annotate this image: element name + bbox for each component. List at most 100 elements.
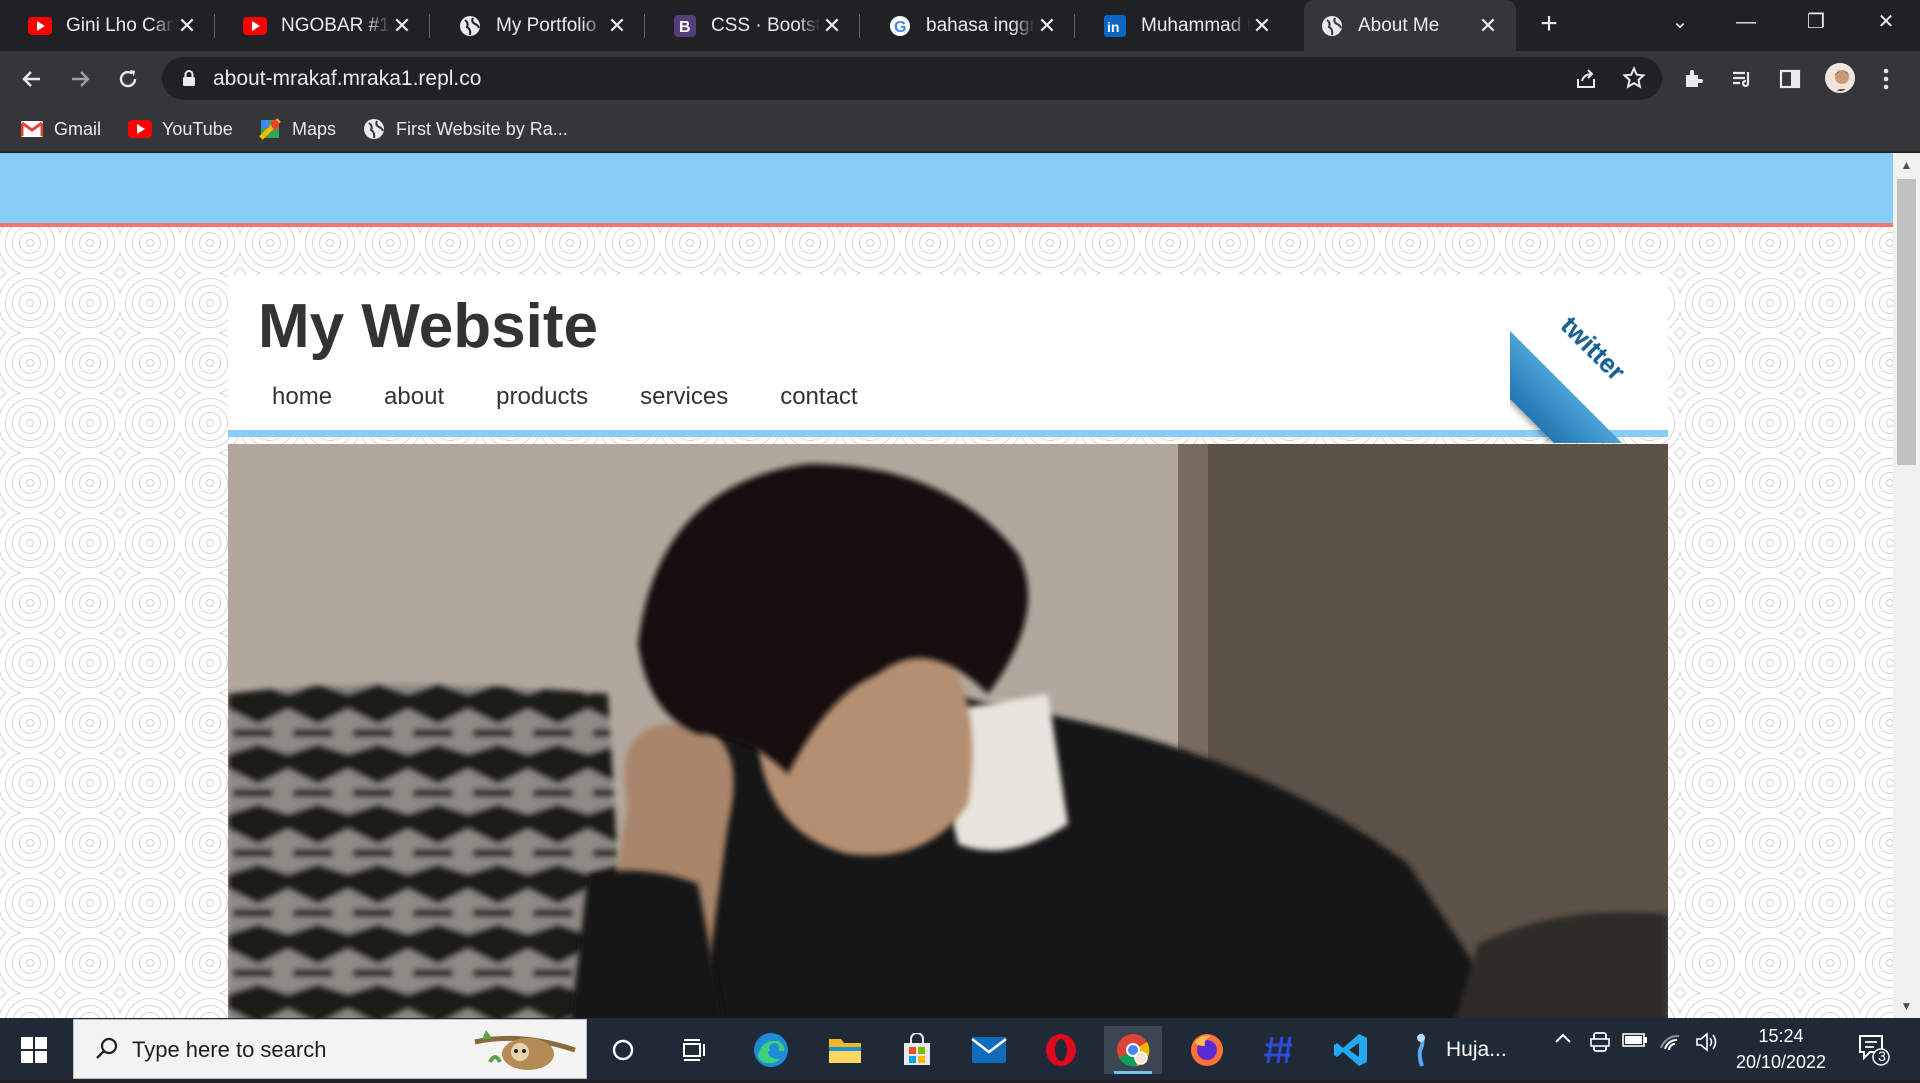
nav-link-about[interactable]: about [384, 383, 444, 411]
show-hidden-icons-chevron-icon[interactable] [1550, 1032, 1576, 1044]
reload-icon [119, 70, 137, 88]
svg-text:B: B [679, 19, 691, 36]
search-placeholder[interactable]: Type here to search [132, 1037, 326, 1063]
globe-icon [362, 117, 386, 141]
extensions-puzzle-icon[interactable] [1680, 65, 1708, 93]
nav-link-contact[interactable]: contact [780, 383, 857, 411]
bookmark-star-icon[interactable] [1622, 66, 1646, 95]
file-explorer-icon[interactable] [816, 1026, 874, 1074]
taskbar-search-box[interactable]: Type here to search [73, 1019, 587, 1079]
profile-photo [228, 444, 1668, 1018]
tab-0[interactable]: Gini Lho Cara B ✕ [0, 0, 215, 51]
close-tab-icon[interactable]: ✕ [1476, 13, 1500, 38]
firefox-icon[interactable] [1178, 1026, 1236, 1074]
close-tab-icon[interactable]: ✕ [1035, 13, 1059, 38]
microsoft-store-icon[interactable] [888, 1026, 946, 1074]
tab-title: bahasa inggris [926, 14, 1035, 36]
side-panel-icon[interactable] [1776, 65, 1804, 93]
tab-4[interactable]: G bahasa inggris ✕ [860, 0, 1075, 51]
search-highlight-sloth-icon[interactable] [470, 1022, 580, 1078]
back-button[interactable] [16, 63, 48, 95]
google-icon: G [888, 14, 912, 38]
forward-arrow-icon [72, 71, 90, 87]
lock-icon[interactable] [182, 69, 196, 92]
bootstrap-icon: B [673, 14, 697, 38]
running-app-label: Huja... [1446, 1038, 1507, 1061]
url-text[interactable]: about-mrakaf.mraka1.repl.co [213, 67, 481, 91]
chrome-menu-icon[interactable] [1872, 65, 1900, 93]
scroll-up-arrow-icon[interactable]: ▲ [1893, 155, 1920, 175]
minimize-button[interactable]: — [1718, 0, 1774, 44]
wifi-icon[interactable] [1656, 1032, 1686, 1052]
vscode-icon[interactable] [1322, 1026, 1380, 1074]
mail-icon[interactable] [960, 1026, 1018, 1074]
battery-icon[interactable] [1620, 1032, 1650, 1048]
profile-avatar[interactable] [1825, 63, 1855, 93]
tab-2[interactable]: My Portfolio ✕ [430, 0, 645, 51]
close-tab-icon[interactable]: ✕ [390, 13, 414, 38]
close-tab-icon[interactable]: ✕ [175, 13, 199, 38]
cortana-icon[interactable] [594, 1026, 652, 1074]
scroll-down-arrow-icon[interactable]: ▼ [1893, 996, 1920, 1016]
top-band [0, 153, 1893, 227]
site-title: My Website [258, 292, 598, 361]
opera-icon[interactable] [1032, 1026, 1090, 1074]
media-queue-icon[interactable] [1728, 65, 1756, 93]
page-viewport: My Website home about products services … [0, 153, 1893, 1018]
running-app-button[interactable]: Huja... [1410, 1026, 1520, 1074]
photo-illustration [228, 444, 1668, 1018]
volume-icon[interactable] [1692, 1032, 1722, 1052]
site-container: My Website home about products services … [228, 275, 1684, 1018]
tab-6-active[interactable]: About Me ✕ [1304, 0, 1516, 51]
close-tab-icon[interactable]: ✕ [820, 13, 844, 38]
svg-text:G: G [894, 19, 906, 36]
twitter-ribbon[interactable]: twitter [1510, 263, 1690, 443]
bookmark-first-website[interactable]: First Website by Ra... [362, 116, 568, 142]
close-tab-icon[interactable]: ✕ [605, 13, 629, 38]
taskbar-clock[interactable]: 15:24 20/10/2022 [1726, 1023, 1836, 1075]
notification-center-icon[interactable]: 3 [1856, 1032, 1890, 1066]
bookmark-youtube[interactable]: YouTube [128, 116, 233, 142]
address-bar[interactable]: about-mrakaf.mraka1.repl.co [162, 57, 1662, 100]
start-button[interactable] [14, 1032, 54, 1068]
scroll-thumb[interactable] [1897, 179, 1916, 465]
close-tab-icon[interactable]: ✕ [1250, 13, 1274, 38]
meet-now-icon[interactable] [1586, 1032, 1614, 1054]
site-nav: home about products services contact [272, 383, 910, 411]
page-scrollbar[interactable]: ▲ ▼ [1893, 153, 1920, 1018]
task-view-icon[interactable] [666, 1026, 724, 1074]
nav-link-services[interactable]: services [640, 383, 728, 411]
tab-search-chevron-icon[interactable]: ⌄ [1652, 0, 1708, 44]
windows-taskbar: Type here to search Huja... 15:24 20/10/… [0, 1018, 1920, 1080]
close-window-button[interactable]: ✕ [1858, 0, 1914, 44]
linkedin-icon: in [1103, 14, 1127, 38]
youtube-icon [243, 14, 267, 38]
running-app-icon [1417, 1033, 1425, 1067]
notepad-plus-icon[interactable] [1250, 1026, 1308, 1074]
windows-logo-icon [21, 1037, 47, 1063]
nav-link-home[interactable]: home [272, 383, 332, 411]
site-header: My Website home about products services … [228, 275, 1668, 437]
browser-toolbar: about-mrakaf.mraka1.repl.co [0, 51, 1920, 106]
bookmark-label: Maps [292, 118, 337, 139]
edge-icon[interactable] [742, 1026, 800, 1074]
reload-button[interactable] [112, 63, 144, 95]
restore-button[interactable]: ❐ [1788, 0, 1844, 44]
new-tab-button[interactable]: + [1534, 9, 1564, 40]
forward-button[interactable] [64, 63, 96, 95]
youtube-icon [28, 14, 52, 38]
bookmarks-bar: Gmail YouTube Maps First Website by Ra..… [0, 106, 1920, 152]
tab-3[interactable]: B CSS · Bootstrap ✕ [645, 0, 860, 51]
bookmark-gmail[interactable]: Gmail [20, 116, 101, 142]
tab-1[interactable]: NGOBAR #1 : M ✕ [215, 0, 430, 51]
tab-5[interactable]: in Muhammad Ra ✕ [1075, 0, 1290, 51]
nav-link-products[interactable]: products [496, 383, 588, 411]
chrome-icon[interactable] [1104, 1026, 1162, 1074]
clock-date: 20/10/2022 [1735, 1052, 1827, 1072]
ribbon-label: twitter [1555, 309, 1632, 387]
tab-strip: Gini Lho Cara B ✕ NGOBAR #1 : M ✕ My Por… [0, 0, 1920, 51]
share-icon[interactable] [1574, 67, 1598, 96]
svg-text:in: in [1107, 19, 1119, 35]
youtube-icon [128, 117, 152, 141]
bookmark-maps[interactable]: Maps [258, 116, 336, 142]
